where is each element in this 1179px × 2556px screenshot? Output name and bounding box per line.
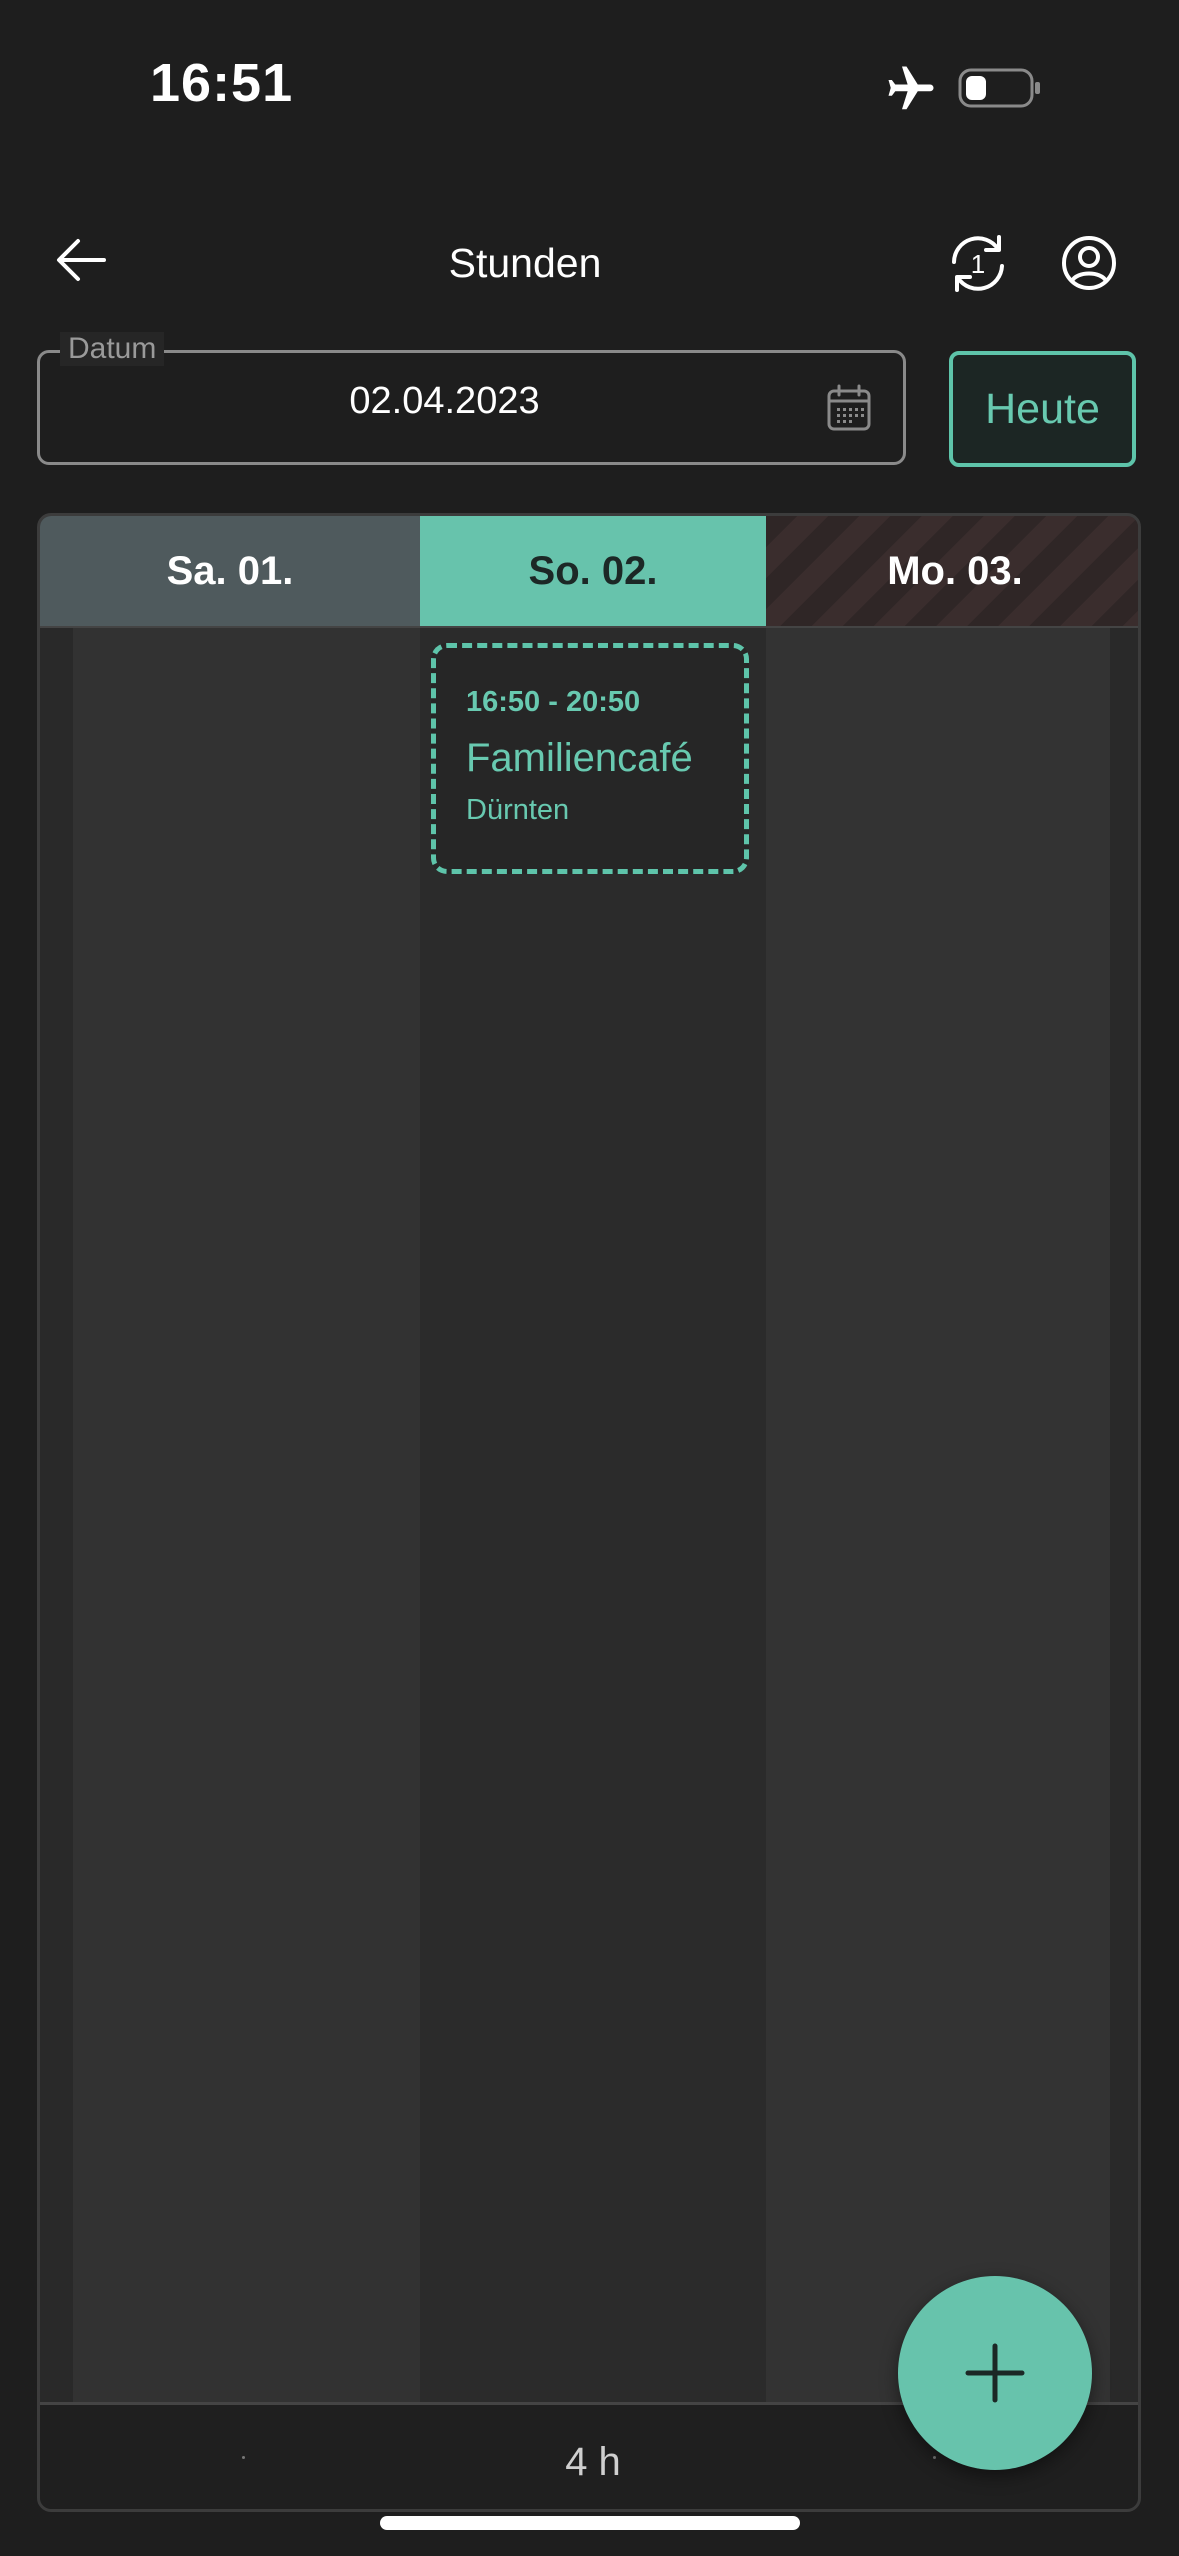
airplane-icon [888, 66, 934, 110]
day-header-so[interactable]: So. 02. [420, 516, 766, 626]
plus-icon [965, 2343, 1025, 2403]
sync-badge: 1 [971, 249, 985, 279]
sync-button[interactable]: 1 [945, 228, 1011, 298]
entry-time: 16:50 - 20:50 [466, 686, 641, 718]
add-entry-button[interactable] [898, 2276, 1092, 2470]
calendar-icon[interactable] [826, 384, 872, 432]
day-column-sa[interactable] [73, 628, 420, 2403]
profile-icon[interactable] [1056, 228, 1122, 298]
home-indicator[interactable] [380, 2516, 800, 2530]
entry-title: Familiencafé [466, 736, 693, 780]
total-so: 4 h [565, 2440, 621, 2484]
total-mo [933, 2456, 936, 2459]
date-field-label: Datum [60, 332, 165, 366]
day-header-sa[interactable]: Sa. 01. [40, 516, 420, 626]
date-value[interactable]: 02.04.2023 [37, 380, 852, 423]
page-title: Stunden [448, 240, 602, 286]
status-time: 16:51 [150, 53, 294, 113]
battery-icon [958, 68, 1040, 108]
day-column-so[interactable] [420, 628, 766, 2403]
entry-location: Dürnten [466, 794, 570, 826]
day-header-mo[interactable]: Mo. 03. [766, 516, 1138, 626]
day-column-mo[interactable] [766, 628, 1110, 2403]
total-sa [242, 2456, 245, 2459]
gutter-right [1110, 628, 1138, 2403]
sync-icon: 1 [952, 235, 1004, 292]
gutter-left [40, 628, 73, 2403]
today-button[interactable]: Heute [949, 351, 1136, 467]
